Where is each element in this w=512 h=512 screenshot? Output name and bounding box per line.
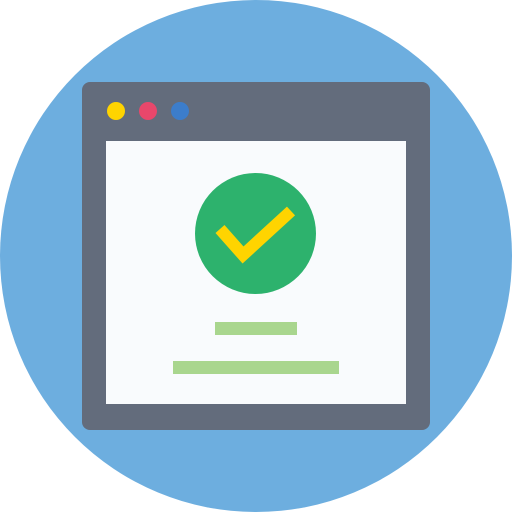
window-control-yellow bbox=[107, 102, 125, 120]
success-illustration bbox=[0, 0, 512, 512]
text-line-long bbox=[173, 361, 339, 374]
success-badge bbox=[195, 173, 316, 294]
checkmark-icon bbox=[195, 173, 316, 294]
text-line-short bbox=[215, 322, 297, 335]
window-control-blue bbox=[171, 102, 189, 120]
window-control-red bbox=[139, 102, 157, 120]
